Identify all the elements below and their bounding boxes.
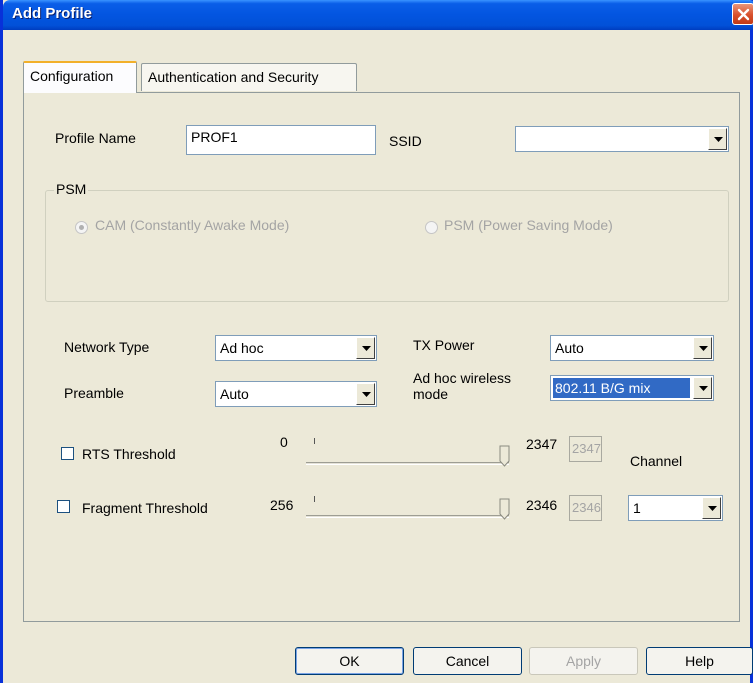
adhoc-mode-value: 802.11 B/G mix <box>553 378 690 398</box>
chevron-down-icon <box>362 346 371 351</box>
rts-value-field[interactable]: 2347 <box>569 436 602 462</box>
adhoc-mode-label: Ad hoc wireless mode <box>413 370 511 402</box>
rts-slider-tick <box>314 438 315 444</box>
fragment-min-label: 256 <box>270 497 294 513</box>
help-button[interactable]: Help <box>646 647 753 675</box>
dropdown-arrow-button[interactable] <box>702 497 721 519</box>
cam-radio[interactable] <box>75 221 88 234</box>
apply-button[interactable]: Apply <box>529 647 638 675</box>
cam-label: CAM (Constantly Awake Mode) <box>95 217 290 233</box>
rts-max-label: 2347 <box>526 436 558 452</box>
preamble-dropdown[interactable]: Auto <box>215 381 377 407</box>
chevron-down-icon <box>699 386 708 391</box>
title-bar[interactable]: Add Profile <box>3 0 753 30</box>
psm-radio[interactable] <box>425 221 438 234</box>
cancel-button[interactable]: Cancel <box>413 647 522 675</box>
rts-slider-thumb-icon[interactable] <box>499 445 510 467</box>
dropdown-arrow-button[interactable] <box>693 337 712 359</box>
channel-value: 1 <box>633 500 641 516</box>
profile-name-label: Profile Name <box>55 130 136 146</box>
chevron-down-icon <box>708 506 717 511</box>
adhoc-mode-label-line1: Ad hoc wireless <box>413 370 512 386</box>
rts-slider-track[interactable] <box>306 462 509 465</box>
adhoc-mode-label-line2: mode <box>413 386 449 402</box>
dropdown-arrow-button[interactable] <box>693 377 712 399</box>
ssid-dropdown[interactable] <box>515 126 729 152</box>
tx-power-value: Auto <box>555 340 584 356</box>
psm-label: PSM (Power Saving Mode) <box>444 217 613 233</box>
profile-name-input[interactable]: PROF1 <box>186 125 376 155</box>
chevron-down-icon <box>714 137 723 142</box>
close-button[interactable] <box>732 3 753 25</box>
tab-authentication-security[interactable]: Authentication and Security <box>141 63 357 91</box>
fragment-max-label: 2346 <box>526 497 558 513</box>
psm-group: PSM <box>45 181 729 302</box>
rts-threshold-checkbox[interactable] <box>61 447 74 460</box>
preamble-value: Auto <box>220 386 249 402</box>
tx-power-label: TX Power <box>413 337 475 353</box>
ssid-label: SSID <box>389 133 422 149</box>
fragment-slider-track[interactable] <box>306 515 509 518</box>
rts-threshold-label: RTS Threshold <box>82 446 176 462</box>
fragment-slider-thumb-icon[interactable] <box>499 498 510 520</box>
adhoc-mode-dropdown[interactable]: 802.11 B/G mix <box>550 375 714 401</box>
rts-min-label: 0 <box>280 434 288 450</box>
network-type-dropdown[interactable]: Ad hoc <box>215 335 377 361</box>
radio-selected-dot-icon <box>79 225 84 230</box>
fragment-threshold-label: Fragment Threshold <box>82 500 208 516</box>
preamble-label: Preamble <box>64 385 124 401</box>
window-title: Add Profile <box>12 5 93 22</box>
chevron-down-icon <box>699 346 708 351</box>
close-icon <box>737 8 750 21</box>
channel-dropdown[interactable]: 1 <box>628 495 723 521</box>
chevron-down-icon <box>362 392 371 397</box>
fragment-value-field[interactable]: 2346 <box>569 495 602 521</box>
dropdown-arrow-button[interactable] <box>356 337 375 359</box>
network-type-value: Ad hoc <box>220 340 264 356</box>
ok-button[interactable]: OK <box>295 647 404 675</box>
tx-power-dropdown[interactable]: Auto <box>550 335 714 361</box>
fragment-slider-tick <box>314 496 315 502</box>
add-profile-dialog: Add Profile Configuration Authentication… <box>0 0 753 683</box>
tab-strip: Configuration Authentication and Securit… <box>23 61 723 93</box>
channel-label: Channel <box>630 453 683 469</box>
dropdown-arrow-button[interactable] <box>708 128 727 150</box>
fragment-threshold-checkbox[interactable] <box>57 500 70 513</box>
psm-group-title: PSM <box>54 181 89 197</box>
tab-configuration[interactable]: Configuration <box>23 61 137 93</box>
dropdown-arrow-button[interactable] <box>356 383 375 405</box>
network-type-label: Network Type <box>64 339 150 355</box>
